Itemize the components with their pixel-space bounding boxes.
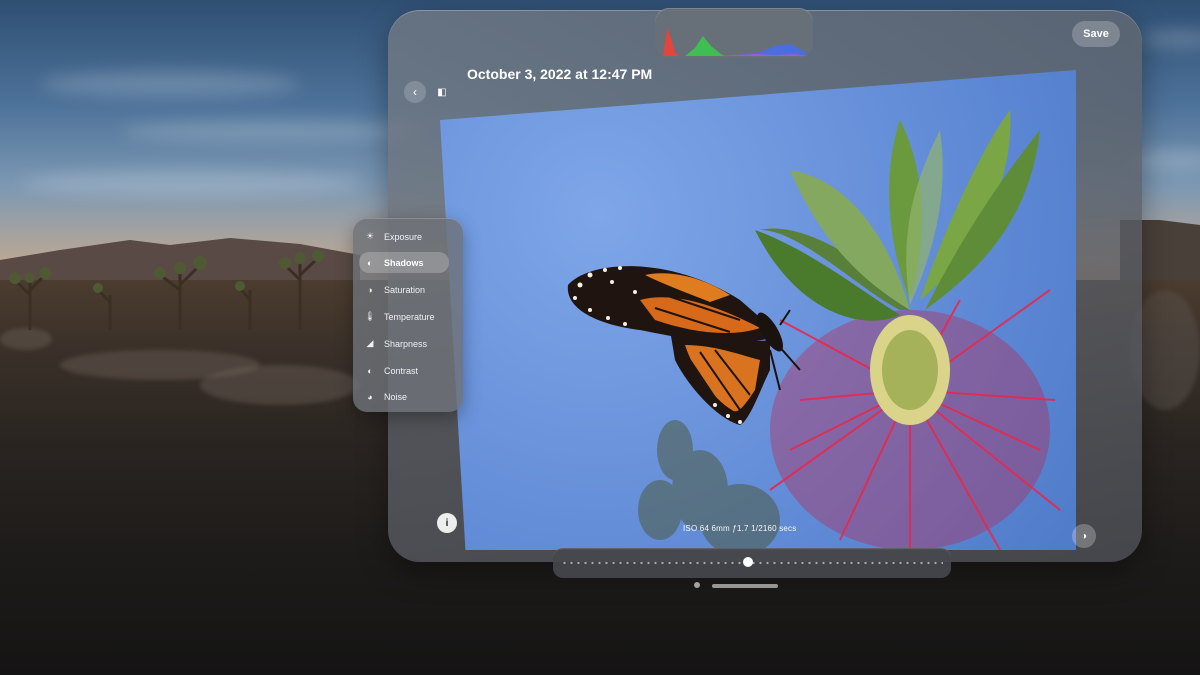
contrast-icon: ◐ bbox=[367, 365, 373, 376]
compare-icon: ◧ bbox=[437, 86, 447, 98]
menu-item-contrast[interactable]: ◐ Contrast bbox=[359, 360, 449, 381]
chevron-left-icon: ‹ bbox=[413, 85, 417, 99]
rock bbox=[0, 328, 52, 350]
back-button[interactable]: ‹ bbox=[404, 81, 426, 103]
thermometer-icon: 🌡 bbox=[364, 311, 376, 321]
menu-item-label: Sharpness bbox=[384, 338, 428, 349]
menu-item-label: Noise bbox=[384, 391, 408, 402]
sharpness-icon: ◢ bbox=[366, 338, 374, 348]
menu-item-saturation[interactable]: ◑ Saturation bbox=[359, 279, 449, 300]
menu-item-exposure[interactable]: ☀ Exposure bbox=[359, 226, 449, 247]
info-icon: i bbox=[445, 517, 449, 529]
cloud bbox=[40, 70, 300, 98]
sun-icon: ☀ bbox=[365, 231, 375, 241]
cloud bbox=[120, 120, 420, 142]
photo-date-title: October 3, 2022 at 12:47 PM bbox=[467, 66, 653, 82]
menu-item-sharpness[interactable]: ◢ Sharpness bbox=[359, 333, 449, 354]
photo-canvas[interactable] bbox=[440, 70, 1076, 550]
joshua-trees bbox=[9, 250, 324, 330]
window-grab-bar[interactable] bbox=[712, 584, 778, 588]
before-after-toggle-button[interactable]: ◑ bbox=[1072, 524, 1096, 548]
menu-item-label: Exposure bbox=[384, 231, 423, 242]
menu-item-temperature[interactable]: 🌡 Temperature bbox=[359, 306, 449, 327]
saturation-icon: ◑ bbox=[367, 284, 373, 295]
before-after-toggle-icon: ◑ bbox=[1080, 530, 1088, 542]
menu-item-label: Saturation bbox=[384, 284, 426, 295]
menu-item-label: Contrast bbox=[384, 365, 419, 376]
shadows-icon: ◐ bbox=[367, 257, 373, 268]
adjustments-menu: ☀ Exposure ◐ Shadows ◑ Saturation 🌡 Temp… bbox=[353, 218, 463, 412]
photo-exif-metadata: ISO 64 6mm ƒ1.7 1/2160 secs bbox=[683, 524, 797, 533]
menu-item-label: Temperature bbox=[384, 311, 435, 322]
rock bbox=[60, 350, 260, 380]
menu-item-shadows[interactable]: ◐ Shadows bbox=[359, 252, 449, 273]
window-indicator-dot bbox=[694, 582, 700, 588]
save-button[interactable]: Save bbox=[1072, 21, 1120, 47]
histogram bbox=[655, 8, 813, 58]
histogram-graph bbox=[663, 28, 807, 56]
photo-subject bbox=[567, 110, 1061, 550]
menu-item-noise[interactable]: ◕ Noise bbox=[359, 386, 449, 407]
compare-button[interactable]: ◧ bbox=[431, 81, 453, 103]
info-button[interactable]: i bbox=[437, 513, 457, 533]
cloud bbox=[20, 170, 360, 196]
menu-item-label: Shadows bbox=[384, 257, 424, 268]
noise-icon: ◕ bbox=[367, 391, 373, 402]
